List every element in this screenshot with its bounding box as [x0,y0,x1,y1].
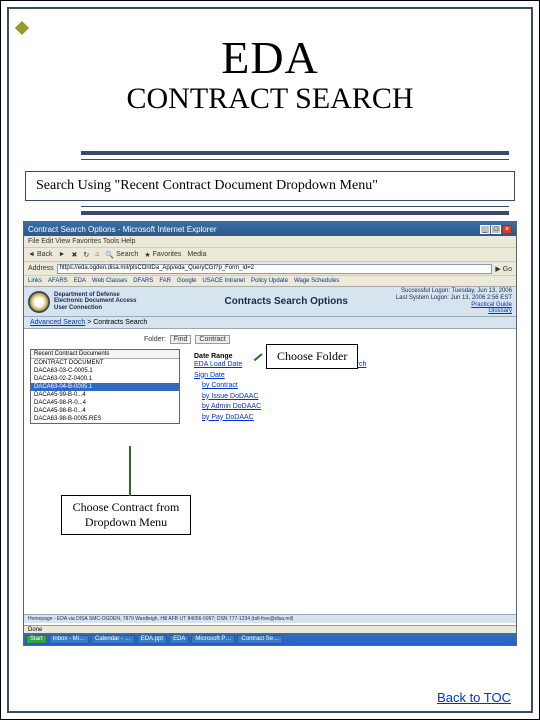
login-info: Successful Logon: Tuesday, Jun 13, 2006 … [396,288,512,314]
back-to-toc-link[interactable]: Back to TOC [437,690,511,705]
browser-screenshot: Contract Search Options - Microsoft Inte… [23,221,517,646]
divider-bottom [81,206,509,215]
practical-guide-link[interactable]: Practical Guide [471,302,512,308]
dropdown-item-selected[interactable]: DACA63-04-B-0005.1 [31,383,179,391]
dropdown-item[interactable]: DACA63-98-B-0005.RES [31,415,179,423]
search-button[interactable]: 🔍 Search [105,250,138,259]
dropdown-item[interactable]: DACA63-03-C-0005.1 [31,367,179,375]
date-range-header: Date Range [194,353,261,360]
browser-toolbar: ◄ Back ► ✖ ↻ ⌂ 🔍 Search ★ Favorites Medi… [24,248,516,262]
eda-org-text: Department of Defense Electronic Documen… [54,292,136,312]
window-titlebar: Contract Search Options - Microsoft Inte… [24,222,516,236]
subtitle-text: Search Using "Recent Contract Document D… [36,178,378,193]
stop-icon[interactable]: ✖ [71,250,77,259]
forward-button[interactable]: ► [59,250,66,259]
taskbar-item[interactable]: Contract Se… [237,635,283,644]
link-wage[interactable]: Wage Schedules [294,278,339,284]
find-button[interactable]: Find [170,335,192,344]
browser-menubar[interactable]: File Edit View Favorites Tools Help [24,236,516,248]
link-webclasses[interactable]: Web Classes [92,278,127,284]
taskbar-item[interactable]: EDA.ppt [137,635,167,644]
breadcrumb-current: Contracts Search [93,319,147,326]
taskbar: Start Inbox - Mi… Calendar - … EDA.ppt E… [24,633,516,645]
by-contract-link[interactable]: by Contract [202,381,261,392]
divider-top [81,151,509,160]
contract-button[interactable]: Contract [195,335,229,344]
dod-seal-icon [28,291,50,313]
taskbar-item[interactable]: Microsoft P… [191,635,235,644]
title-line2: CONTRACT SEARCH [1,82,539,116]
link-afars[interactable]: AFARS [48,278,68,284]
link-eda[interactable]: EDA [74,278,86,284]
dropdown-item[interactable]: DACA45-98-B-0...4 [31,407,179,415]
link-dfars[interactable]: DFARS [133,278,153,284]
dropdown-item[interactable]: DACA63-02-Z-0400.1 [31,375,179,383]
maximize-icon[interactable]: □ [491,225,501,234]
dropdown-item[interactable]: CONTRACT DOCUMENT [31,359,179,367]
close-icon[interactable]: × [502,225,512,234]
by-admin-dodaac-link[interactable]: by Admin DoDAAC [202,402,261,413]
refresh-icon[interactable]: ↻ [83,250,89,259]
link-far[interactable]: FAR [159,278,171,284]
link-policy[interactable]: Policy Update [251,278,288,284]
window-buttons: _ □ × [480,225,512,234]
callout-choose-contract: Choose Contract from Dropdown Menu [61,495,191,535]
address-toolbar: Address https://eda.ogden.disa.mil/plsCO… [24,262,516,276]
media-button[interactable]: Media [187,250,206,259]
callout-choose-folder: Choose Folder [266,344,358,369]
by-issue-dodaac-link[interactable]: by Issue DoDAAC [202,392,261,403]
taskbar-item[interactable]: Inbox - Mi… [49,635,89,644]
page-title: Contracts Search Options [225,296,348,307]
folder-row: Folder: Find Contract [144,335,230,344]
glossary-link[interactable]: Glossary [488,308,512,314]
dropdown-header: Recent Contract Documents [31,350,179,359]
sign-date-link[interactable]: Sign Date [194,371,261,382]
address-input[interactable]: https://eda.ogden.disa.mil/plsCOntDa_App… [57,264,493,274]
subtitle-box: Search Using "Recent Contract Document D… [25,171,515,201]
breadcrumb-advanced[interactable]: Advanced Search [30,319,85,326]
recent-contract-dropdown[interactable]: Recent Contract Documents CONTRACT DOCUM… [30,349,180,424]
by-pay-dodaac-link[interactable]: by Pay DoDAAC [202,413,261,424]
eda-page-header: Department of Defense Electronic Documen… [24,287,516,317]
links-label: Links [28,278,42,284]
link-usace[interactable]: USACE Intranet [202,278,245,284]
title-line1: EDA [1,31,539,84]
taskbar-item[interactable]: EDA [169,635,189,644]
start-button[interactable]: Start [26,635,47,644]
minimize-icon[interactable]: _ [480,225,490,234]
home-icon[interactable]: ⌂ [95,250,99,259]
address-label: Address [28,265,54,272]
date-range-col: Date Range EDA Load Date Sign Date by Co… [194,353,261,423]
window-title: Contract Search Options - Microsoft Inte… [28,225,217,234]
eda-footer: Homepage - EDA via DISA SMC-OGDEN, 7879 … [24,614,516,623]
eda-load-date-link[interactable]: EDA Load Date [194,360,261,371]
links-toolbar: Links AFARS EDA Web Classes DFARS FAR Go… [24,276,516,287]
dropdown-item[interactable]: DACA45-99-B-0...4 [31,391,179,399]
favorites-button[interactable]: ★ Favorites [144,250,181,259]
link-google[interactable]: Google [177,278,196,284]
breadcrumb: Advanced Search > Contracts Search [24,317,516,329]
dropdown-item[interactable]: DACA45-98-R-0...4 [31,399,179,407]
title-block: EDA CONTRACT SEARCH [1,31,539,116]
callout-arrow [129,446,131,496]
go-button[interactable]: ▶ Go [495,265,512,273]
folder-label: Folder: [144,336,166,343]
taskbar-item[interactable]: Calendar - … [91,635,135,644]
back-button[interactable]: ◄ Back [28,250,53,259]
